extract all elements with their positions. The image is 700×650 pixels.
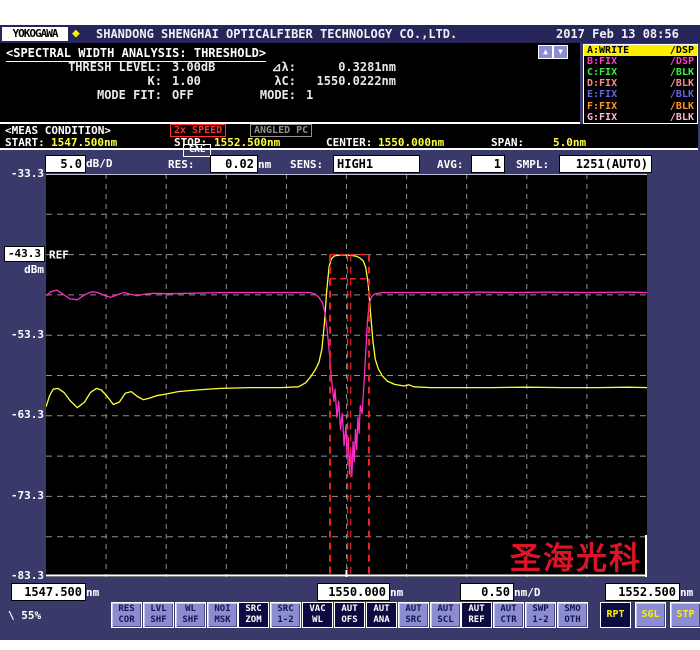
softkey-noi-msk[interactable]: NOIMSK (207, 602, 238, 628)
delta-lambda-label: ⊿λ: (200, 60, 296, 74)
level-scale-unit: dB/D (86, 157, 113, 170)
y-label--53.3: -53.3 (0, 328, 44, 341)
softkey-smo-oth[interactable]: SMOOTH (557, 602, 588, 628)
softkey-aut-src[interactable]: AUTSRC (398, 602, 429, 628)
res-unit: nm (258, 158, 271, 171)
softkey-res-cor[interactable]: RESCOR (111, 602, 142, 628)
instrument-screen: YOKOGAWA ◆ SHANDONG SHENGHAI OPTICALFIBE… (0, 25, 700, 640)
x-stop-unit: nm (680, 586, 693, 599)
x-scale-unit: nm/D (514, 586, 541, 599)
sgl-button[interactable]: SGL (635, 602, 666, 628)
x-center-field[interactable]: 1550.000 (317, 583, 390, 601)
trace-item-f[interactable]: F:FIX/BLK (584, 100, 697, 111)
y-unit-label: dBm (0, 263, 44, 276)
datetime: 2017 Feb 13 08:56 (556, 27, 679, 41)
stp-button[interactable]: STP (670, 602, 700, 628)
diamond-icon: ◆ (72, 26, 80, 42)
y-label--63.3: -63.3 (0, 408, 44, 421)
mode-fit-label: MODE FIT: (0, 88, 162, 102)
lambda-c-label: λC: (200, 74, 296, 88)
center-label: CENTER: (326, 136, 372, 149)
spectrum-svg: REF 圣海光科 (46, 174, 647, 577)
yokogawa-logo: YOKOGAWA (2, 27, 68, 41)
delta-lambda-value: 0.3281nm (306, 60, 396, 74)
softkey-aut-ref[interactable]: AUTREF (461, 602, 492, 628)
y-label--83.3: -83.3 (0, 569, 44, 582)
stop-value: 1552.500nm (214, 136, 280, 149)
softkey-aut-scl[interactable]: AUTSCL (430, 602, 461, 628)
span-label: SPAN: (491, 136, 524, 149)
softkey-vac-wl[interactable]: VACWL (302, 602, 333, 628)
res-field[interactable]: 0.02 (210, 155, 258, 173)
mode-fit-value: OFF (172, 88, 194, 102)
smpl-field[interactable]: 1251(AUTO) (559, 155, 652, 173)
softkey-aut-ofs[interactable]: AUTOFS (334, 602, 365, 628)
sens-field[interactable]: HIGH1 (333, 155, 420, 173)
softkey-src-1-2[interactable]: SRC1-2 (270, 602, 301, 628)
level-scale-field[interactable]: 5.0 (45, 155, 86, 173)
y-label--33.3: -33.3 (0, 167, 44, 180)
trace-item-a[interactable]: A:WRITE/DSP (584, 45, 697, 56)
trace-item-d[interactable]: D:FIX/BLK (584, 78, 697, 89)
scroll-down-icon[interactable]: ▼ (553, 45, 568, 59)
k-value: 1.00 (172, 74, 201, 88)
lambda-c-value: 1550.0222nm (306, 74, 396, 88)
softkey-swp-1-2[interactable]: SWP1-2 (525, 602, 556, 628)
x-start-field[interactable]: 1547.500 (11, 583, 86, 601)
scroll-up-icon[interactable]: ▲ (538, 45, 553, 59)
ref-level-box[interactable]: -43.3 (4, 246, 45, 262)
cal-badge: CAL (183, 144, 211, 157)
progress-indicator: \ 55% (8, 609, 41, 622)
mode-label: MODE: (200, 88, 296, 102)
mode-value: 1 (306, 88, 396, 102)
trace-item-g[interactable]: G:FIX/BLK (584, 112, 697, 123)
avg-label: AVG: (437, 158, 464, 171)
center-value: 1550.000nm (378, 136, 444, 149)
x-start-unit: nm (86, 586, 99, 599)
watermark-text: 圣海光科 (510, 541, 642, 577)
thresh-level-label: THRESH LEVEL: (0, 60, 162, 74)
span-value: 5.0nm (553, 136, 586, 149)
meas-condition-panel: <MEAS CONDITION> 2x SPEED ANGLED PC STAR… (0, 124, 698, 150)
trace-panel: A:WRITE/DSPB:FIX/DSPC:FIX/BLKD:FIX/BLKE:… (583, 44, 698, 124)
avg-field[interactable]: 1 (471, 155, 505, 173)
ref-label: REF (49, 249, 69, 262)
trace-item-b[interactable]: B:FIX/DSP (584, 56, 697, 67)
k-label: K: (0, 74, 162, 88)
company-name: SHANDONG SHENGHAI OPTICALFIBER TECHNOLOG… (96, 27, 457, 41)
softkey-src-zom[interactable]: SRCZOM (238, 602, 269, 628)
sens-label: SENS: (290, 158, 323, 171)
start-label: START: (5, 136, 45, 149)
y-label--73.3: -73.3 (0, 489, 44, 502)
softkey-aut-ana[interactable]: AUTANA (366, 602, 397, 628)
softkey-aut-ctr[interactable]: AUTCTR (493, 602, 524, 628)
x-scale-field[interactable]: 0.50 (460, 583, 514, 601)
spectrum-chart: REF 圣海光科 (46, 174, 647, 577)
trace-item-c[interactable]: C:FIX/BLK (584, 67, 697, 78)
res-label: RES: (168, 158, 195, 171)
title-bar: YOKOGAWA ◆ SHANDONG SHENGHAI OPTICALFIBE… (0, 25, 700, 43)
analysis-panel: <SPECTRAL WIDTH ANALYSIS: THRESHOLD> THR… (0, 43, 580, 124)
trace-item-e[interactable]: E:FIX/BLK (584, 89, 697, 100)
x-stop-field[interactable]: 1552.500 (605, 583, 680, 601)
start-value: 1547.500nm (51, 136, 117, 149)
rpt-button[interactable]: RPT (600, 602, 631, 628)
softkey-wl-shf[interactable]: WLSHF (175, 602, 206, 628)
x-center-unit: nm (390, 586, 403, 599)
softkey-lvl-shf[interactable]: LVLSHF (143, 602, 174, 628)
smpl-label: SMPL: (516, 158, 549, 171)
